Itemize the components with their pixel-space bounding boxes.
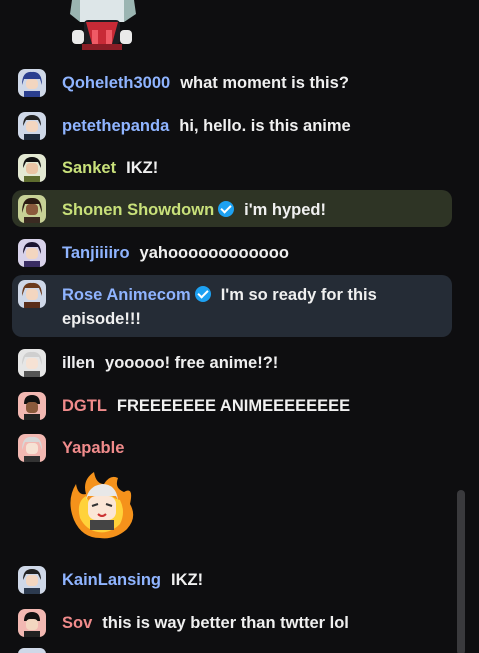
message-text: yooooo! free anime!?!: [105, 354, 279, 372]
username[interactable]: KainLansing: [62, 571, 161, 589]
avatar-icon[interactable]: [18, 69, 46, 97]
username[interactable]: petethepanda: [62, 117, 169, 135]
username[interactable]: Rose Animecom: [62, 286, 191, 304]
avatar-icon[interactable]: [18, 280, 46, 308]
avatar-icon[interactable]: [18, 648, 46, 653]
avatar-icon[interactable]: [18, 609, 46, 637]
chat-feed: Qoheleth3000 what moment is this? petethe…: [0, 0, 479, 653]
avatar-icon[interactable]: [18, 566, 46, 594]
verified-icon: [194, 286, 211, 302]
message-text: yahoooooooooooo: [139, 244, 289, 262]
chat-message: Yapable: [12, 432, 452, 464]
chat-message: DGTL FREEEEEEE ANIMEEEEEEEE: [12, 390, 452, 422]
chat-message-highlighted: Rose Animecom I'm so ready for this episo…: [12, 275, 452, 337]
username[interactable]: Yapable: [62, 439, 124, 457]
chat-message: Sanket IKZ!: [12, 152, 452, 184]
username[interactable]: Qoheleth3000: [62, 74, 170, 92]
message-text: hi, hello. is this anime: [179, 117, 351, 135]
avatar-icon[interactable]: [18, 349, 46, 377]
username[interactable]: Sov: [62, 614, 92, 632]
message-text: i'm hyped!: [244, 201, 327, 219]
message-text: IKZ!: [171, 571, 204, 589]
avatar-icon[interactable]: [18, 392, 46, 420]
chat-scrollbar[interactable]: [457, 490, 465, 653]
fire-emote-icon: [70, 472, 134, 539]
chat-message: illen yooooo! free anime!?!: [12, 347, 452, 379]
message-text: this is way better than twtter lol: [102, 614, 349, 632]
username[interactable]: Tanjiiiiro: [62, 244, 130, 262]
avatar-icon[interactable]: [18, 154, 46, 182]
chat-message: Sov this is way better than twtter lol: [12, 607, 452, 639]
verified-icon: [218, 201, 235, 217]
username[interactable]: Shonen Showdown: [62, 201, 214, 219]
character-sticker-icon: [70, 0, 136, 50]
chat-message: Tanjiiiiro yahoooooooooooo: [12, 237, 452, 269]
message-text: what moment is this?: [180, 74, 349, 92]
avatar-icon[interactable]: [18, 239, 46, 267]
username[interactable]: DGTL: [62, 397, 107, 415]
chat-message: petethepanda hi, hello. is this anime: [12, 110, 452, 142]
avatar-icon[interactable]: [18, 195, 46, 223]
username[interactable]: illen: [62, 354, 95, 372]
message-text: IKZ!: [126, 159, 159, 177]
chat-message: Qoheleth3000 what moment is this?: [12, 67, 452, 99]
chat-message: KainLansing IKZ!: [12, 564, 452, 596]
username[interactable]: Sanket: [62, 159, 116, 177]
avatar-icon[interactable]: [18, 112, 46, 140]
message-text: FREEEEEEE ANIMEEEEEEEE: [116, 397, 351, 415]
avatar-icon[interactable]: [18, 434, 46, 462]
chat-message-highlighted: Shonen Showdown i'm hyped!: [12, 190, 452, 227]
